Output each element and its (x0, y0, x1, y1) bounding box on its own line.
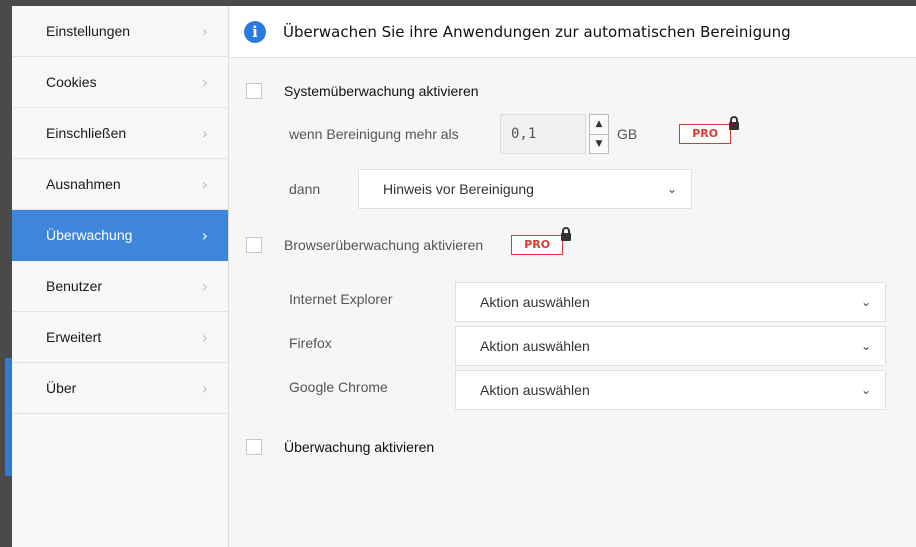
pro-badge-label: PRO (692, 127, 719, 140)
sidebar-item-erweitert[interactable]: Erweitert › (12, 312, 228, 363)
browser-action-value: Aktion auswählen (480, 382, 590, 398)
chevron-right-icon: › (201, 72, 208, 92)
stepper-down-icon[interactable]: ▼ (590, 135, 608, 154)
page-title: Überwachen Sie ihre Anwendungen zur auto… (283, 22, 791, 41)
panel-header: i Überwachen Sie ihre Anwendungen zur au… (230, 6, 916, 58)
sidebar-item-ueber[interactable]: Über › (12, 363, 228, 414)
system-monitoring-row: Systemüberwachung aktivieren (246, 83, 479, 99)
sidebar-item-ueberwachung[interactable]: Überwachung › (12, 210, 228, 261)
browser-name: Firefox (289, 335, 332, 351)
sidebar-item-ausnahmen[interactable]: Ausnahmen › (12, 159, 228, 210)
threshold-stepper[interactable]: ▲ ▼ (589, 114, 609, 154)
browser-monitoring-label: Browserüberwachung aktivieren (284, 237, 484, 253)
sidebar-item-cookies[interactable]: Cookies › (12, 57, 228, 108)
browser-action-value: Aktion auswählen (480, 294, 590, 310)
stepper-up-icon[interactable]: ▲ (590, 115, 608, 135)
browser-action-select-firefox[interactable]: Aktion auswählen ⌄ (455, 326, 886, 366)
monitoring-row: Überwachung aktivieren (246, 439, 434, 455)
browser-action-select-ie[interactable]: Aktion auswählen ⌄ (455, 282, 886, 322)
sidebar-item-label: Einstellungen (46, 23, 131, 39)
sidebar-item-benutzer[interactable]: Benutzer › (12, 261, 228, 312)
chevron-right-icon: › (201, 174, 208, 194)
sidebar-item-label: Cookies (46, 74, 97, 90)
window-frame-accent (5, 358, 12, 476)
threshold-unit: GB (617, 126, 638, 142)
chevron-down-icon: ⌄ (860, 339, 871, 353)
pro-badge: PRO (679, 116, 740, 144)
sidebar-item-label: Überwachung (46, 227, 133, 243)
monitoring-label: Überwachung aktivieren (284, 439, 435, 455)
sidebar: Einstellungen › Cookies › Einschließen ›… (12, 6, 229, 547)
chevron-down-icon: ⌄ (860, 295, 871, 309)
chevron-down-icon: ⌄ (860, 383, 871, 397)
lock-icon (729, 116, 740, 130)
browser-row-firefox: Firefox Aktion auswählen ⌄ (289, 326, 886, 366)
browser-row-chrome: Google Chrome Aktion auswählen ⌄ (289, 370, 886, 410)
chevron-right-icon: › (201, 378, 208, 398)
browser-monitoring-checkbox[interactable] (246, 237, 262, 253)
lock-icon (561, 227, 572, 241)
threshold-input[interactable]: 0,1 (500, 114, 586, 154)
browser-action-select-chrome[interactable]: Aktion auswählen ⌄ (455, 370, 886, 410)
browser-monitoring-row: Browserüberwachung aktivieren PRO (246, 227, 572, 255)
sidebar-item-label: Erweitert (46, 329, 102, 345)
chevron-right-icon: › (201, 123, 208, 143)
chevron-right-icon: › (201, 21, 208, 41)
info-icon: i (244, 20, 266, 43)
sidebar-item-label: Benutzer (46, 278, 103, 294)
system-monitoring-label: Systemüberwachung aktivieren (284, 83, 479, 99)
chevron-right-icon: › (201, 327, 208, 347)
browser-row-ie: Internet Explorer Aktion auswählen ⌄ (289, 282, 886, 322)
then-label: dann (289, 181, 321, 197)
sidebar-item-einstellungen[interactable]: Einstellungen › (12, 6, 228, 57)
browser-name: Google Chrome (289, 379, 388, 395)
sidebar-item-einschliessen[interactable]: Einschließen › (12, 108, 228, 159)
chevron-right-icon: › (201, 276, 208, 296)
then-action-value: Hinweis vor Bereinigung (383, 181, 534, 197)
browser-action-value: Aktion auswählen (480, 338, 590, 354)
sidebar-item-label: Ausnahmen (46, 176, 121, 192)
threshold-row: wenn Bereinigung mehr als 0,1 ▲ ▼ GB PRO (289, 114, 740, 154)
then-action-select[interactable]: Hinweis vor Bereinigung ⌄ (358, 169, 692, 209)
browser-name: Internet Explorer (289, 291, 393, 307)
system-monitoring-checkbox[interactable] (246, 83, 262, 99)
monitoring-panel: i Überwachen Sie ihre Anwendungen zur au… (230, 6, 916, 547)
chevron-right-icon: › (201, 225, 208, 245)
pro-badge: PRO (511, 227, 572, 255)
sidebar-item-label: Über (46, 380, 77, 396)
pro-badge-label: PRO (524, 238, 551, 251)
threshold-label: wenn Bereinigung mehr als (289, 126, 459, 142)
sidebar-item-label: Einschließen (46, 125, 127, 141)
chevron-down-icon: ⌄ (666, 182, 677, 196)
monitoring-checkbox[interactable] (246, 439, 262, 455)
then-row: dann Hinweis vor Bereinigung ⌄ (289, 169, 692, 209)
